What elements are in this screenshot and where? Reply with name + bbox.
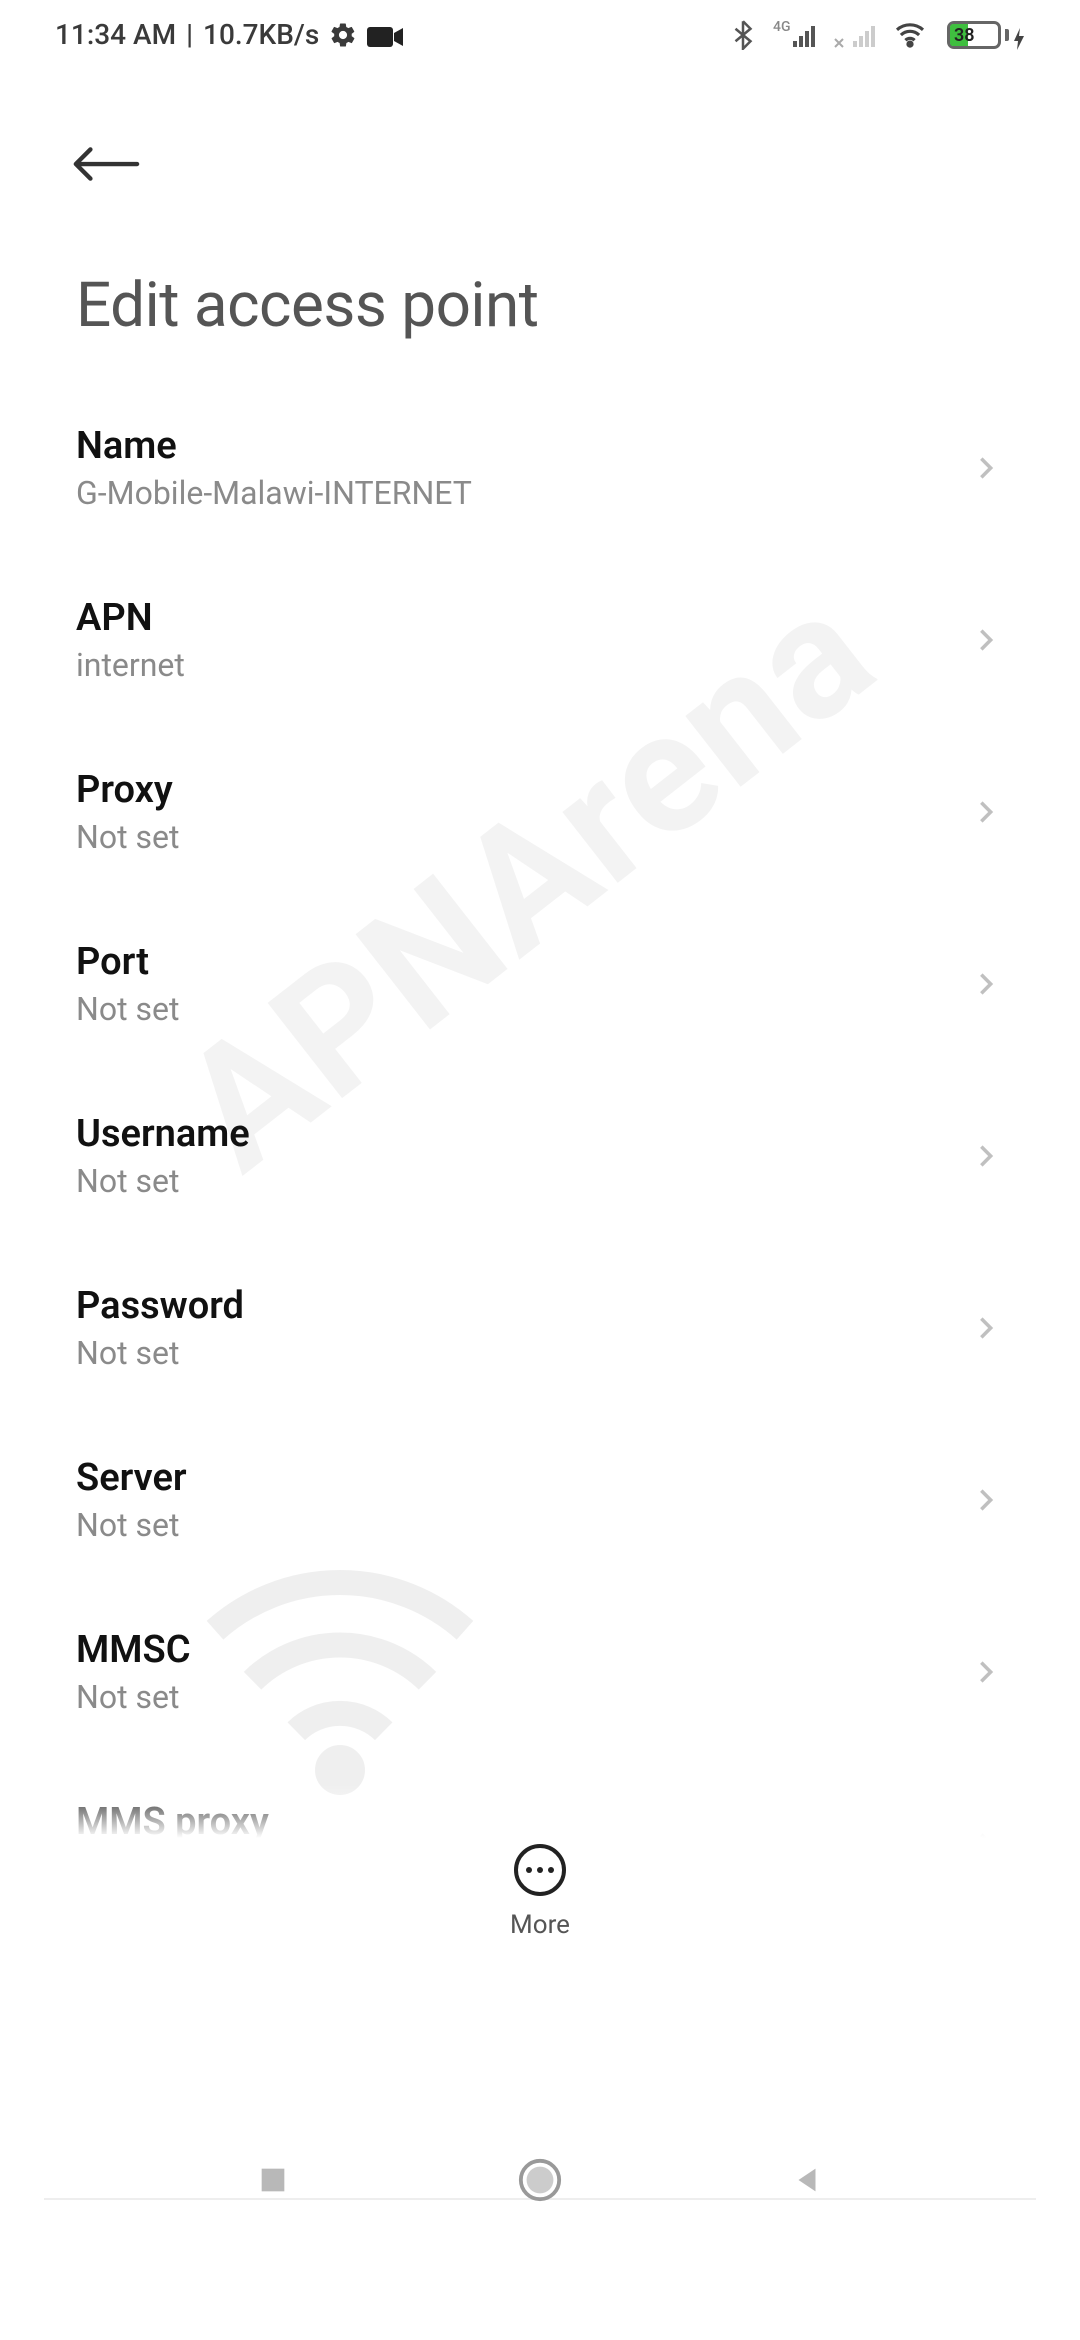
row-server[interactable]: Server Not set bbox=[76, 1414, 1060, 1586]
battery-pct: 38 bbox=[954, 25, 975, 46]
square-icon bbox=[256, 2163, 290, 2197]
wifi-icon bbox=[893, 22, 927, 48]
system-navbar bbox=[0, 2110, 1080, 2250]
row-apn[interactable]: APN internet bbox=[76, 554, 1060, 726]
row-proxy[interactable]: Proxy Not set bbox=[76, 726, 1060, 898]
nav-recent-button[interactable] bbox=[243, 2150, 303, 2210]
more-label: More bbox=[510, 1910, 570, 1940]
row-name[interactable]: Name G-Mobile-Malawi-INTERNET bbox=[76, 382, 1060, 554]
page-title: Edit access point bbox=[0, 199, 1080, 382]
chevron-right-icon bbox=[972, 626, 1000, 654]
nav-back-button[interactable] bbox=[777, 2150, 837, 2210]
row-password[interactable]: Password Not set bbox=[76, 1242, 1060, 1414]
settings-list: Name G-Mobile-Malawi-INTERNET APN intern… bbox=[0, 382, 1080, 1930]
arrow-left-icon bbox=[70, 146, 140, 182]
row-label: Proxy bbox=[76, 768, 179, 812]
more-icon bbox=[514, 1844, 566, 1896]
chevron-right-icon bbox=[972, 1486, 1000, 1514]
row-value: Not set bbox=[76, 1678, 191, 1716]
more-bar: More bbox=[0, 1784, 1080, 1964]
row-value: Not set bbox=[76, 1506, 187, 1544]
row-value: Not set bbox=[76, 818, 179, 856]
row-username[interactable]: Username Not set bbox=[76, 1070, 1060, 1242]
triangle-left-icon bbox=[790, 2163, 824, 2197]
row-port[interactable]: Port Not set bbox=[76, 898, 1060, 1070]
row-label: Name bbox=[76, 424, 472, 468]
row-label: Server bbox=[76, 1456, 187, 1500]
row-mmsc[interactable]: MMSC Not set bbox=[76, 1586, 1060, 1758]
row-label: MMSC bbox=[76, 1628, 191, 1672]
status-bar: 11:34 AM | 10.7KB/s 4G 38 bbox=[0, 0, 1080, 69]
chevron-right-icon bbox=[972, 1142, 1000, 1170]
row-value: Not set bbox=[76, 990, 179, 1028]
row-label: Password bbox=[76, 1284, 244, 1328]
status-sep: | bbox=[186, 18, 193, 51]
row-value: G-Mobile-Malawi-INTERNET bbox=[76, 474, 472, 512]
row-label: Username bbox=[76, 1112, 250, 1156]
bluetooth-icon bbox=[733, 20, 753, 50]
row-value: internet bbox=[76, 646, 185, 684]
signal-nosim-icon bbox=[833, 21, 873, 49]
camera-icon bbox=[367, 23, 403, 47]
nav-home-button[interactable] bbox=[510, 2150, 570, 2210]
back-button[interactable] bbox=[70, 129, 140, 199]
chevron-right-icon bbox=[972, 970, 1000, 998]
status-time: 11:34 AM bbox=[55, 18, 176, 51]
chevron-right-icon bbox=[972, 1658, 1000, 1686]
row-label: APN bbox=[76, 596, 185, 640]
row-value: Not set bbox=[76, 1162, 250, 1200]
chevron-right-icon bbox=[972, 1314, 1000, 1342]
gear-icon bbox=[329, 21, 357, 49]
chevron-right-icon bbox=[972, 798, 1000, 826]
battery-icon: 38 bbox=[947, 21, 1025, 49]
charging-bolt-icon bbox=[1013, 24, 1025, 46]
chevron-right-icon bbox=[972, 454, 1000, 482]
row-label: Port bbox=[76, 940, 179, 984]
more-button[interactable]: More bbox=[510, 1844, 570, 1940]
status-netspeed: 10.7KB/s bbox=[203, 18, 319, 51]
row-value: Not set bbox=[76, 1334, 244, 1372]
circle-icon bbox=[517, 2157, 563, 2203]
net-gen-label: 4G bbox=[773, 21, 791, 35]
signal-4g-icon: 4G bbox=[773, 21, 813, 49]
